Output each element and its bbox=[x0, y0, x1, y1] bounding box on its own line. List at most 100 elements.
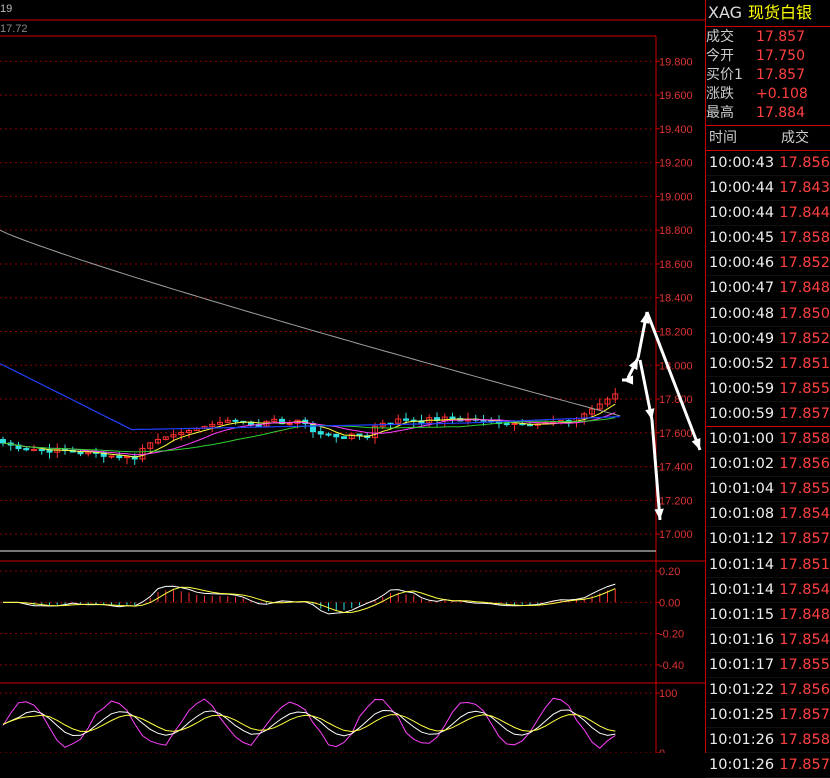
candle bbox=[325, 433, 332, 436]
tick-row[interactable]: 10:00:46 17.852 bbox=[706, 251, 830, 277]
quote-value: 17.857 bbox=[756, 67, 805, 83]
y-tick-label: 17.400 bbox=[659, 462, 693, 474]
tick-row[interactable]: 10:00:43 17.856 bbox=[706, 151, 830, 177]
candle bbox=[31, 449, 37, 452]
chart-value-fragment: 17.72 bbox=[0, 23, 28, 35]
tick-price: 17.843 bbox=[779, 180, 830, 197]
candle bbox=[77, 451, 84, 455]
kdj-j-line bbox=[2, 697, 616, 749]
quote-row: 最高 17.884 bbox=[706, 104, 830, 123]
tick-col-price: 成交 bbox=[781, 130, 809, 146]
tick-row[interactable]: 10:01:12 17.857 bbox=[706, 527, 830, 553]
ma-line-magenta bbox=[2, 412, 616, 456]
candle bbox=[449, 416, 456, 420]
tick-price: 17.854 bbox=[779, 506, 830, 523]
tick-row[interactable]: 10:00:48 17.850 bbox=[706, 302, 830, 327]
tick-row[interactable]: 10:01:17 17.855 bbox=[706, 653, 830, 678]
tick-row[interactable]: 10:01:14 17.851 bbox=[706, 553, 830, 578]
tick-time: 10:00:49 bbox=[709, 330, 775, 347]
tick-row[interactable]: 10:01:04 17.855 bbox=[706, 477, 830, 503]
y-tick-label: 17.000 bbox=[659, 529, 693, 541]
y-tick-label: 19.000 bbox=[659, 191, 693, 203]
tick-row[interactable]: 10:01:16 17.854 bbox=[706, 628, 830, 653]
tick-price: 17.855 bbox=[779, 656, 830, 673]
tick-row[interactable]: 10:01:15 17.848 bbox=[706, 603, 830, 628]
tick-row[interactable]: 10:01:25 17.857 bbox=[706, 703, 830, 729]
y-tick-label: 0.20 bbox=[659, 566, 680, 578]
tick-time: 10:01:15 bbox=[709, 606, 775, 623]
tick-price: 17.857 bbox=[779, 757, 830, 774]
quote-row: 今开 17.750 bbox=[706, 47, 830, 66]
tick-row[interactable]: 10:01:22 17.856 bbox=[706, 678, 830, 704]
tick-row[interactable]: 10:00:52 17.851 bbox=[706, 352, 830, 377]
tick-row[interactable]: 10:01:14 17.854 bbox=[706, 578, 830, 603]
tick-price: 17.858 bbox=[779, 732, 830, 749]
quote-row: 涨跌 +0.108 bbox=[706, 85, 830, 104]
tick-price: 17.851 bbox=[779, 355, 830, 372]
y-tick-label: 18.600 bbox=[659, 259, 693, 271]
tick-row[interactable]: 10:00:44 17.843 bbox=[706, 176, 830, 202]
tick-row[interactable]: 10:00:44 17.844 bbox=[706, 201, 830, 227]
tick-list[interactable]: 10:00:43 17.856 10:00:44 17.843 10:00:44 17.8… bbox=[706, 151, 830, 778]
candle bbox=[232, 419, 239, 422]
candle bbox=[333, 433, 340, 438]
annotation-arrowhead bbox=[691, 438, 701, 450]
tick-price: 17.856 bbox=[779, 681, 830, 698]
quote-label: 成交 bbox=[706, 29, 734, 45]
tick-price: 17.856 bbox=[779, 155, 830, 171]
y-tick-label: -0.40 bbox=[659, 660, 684, 672]
candle bbox=[341, 436, 347, 439]
tick-price: 17.848 bbox=[779, 606, 830, 623]
quote-name: 现货白银 bbox=[748, 3, 813, 22]
tick-time: 10:01:26 bbox=[709, 757, 775, 774]
tick-time: 10:01:26 bbox=[709, 732, 775, 749]
tick-price: 17.851 bbox=[779, 556, 830, 573]
candle bbox=[511, 422, 518, 425]
tick-price: 17.857 bbox=[779, 707, 830, 724]
quote-label: 最高 bbox=[706, 105, 734, 121]
quote-label: 买价1 bbox=[706, 67, 743, 83]
tick-time: 10:01:25 bbox=[709, 707, 775, 724]
tick-time: 10:01:02 bbox=[709, 456, 775, 473]
tick-price: 17.854 bbox=[779, 581, 830, 598]
tick-row[interactable]: 10:01:08 17.854 bbox=[706, 502, 830, 528]
tick-row[interactable]: 10:01:02 17.856 bbox=[706, 452, 830, 478]
kline-chart-area[interactable]: 19.800 19.600 19.400 19.200 19.000 18.800 18.6… bbox=[0, 0, 705, 753]
tick-row[interactable]: 10:00:59 17.855 bbox=[706, 377, 830, 402]
candle bbox=[527, 424, 533, 427]
candle bbox=[108, 455, 115, 458]
tick-time: 10:01:14 bbox=[709, 556, 775, 573]
tick-time: 10:00:52 bbox=[709, 355, 775, 372]
tick-row[interactable]: 10:00:59 17.857 bbox=[706, 402, 830, 428]
quote-panel: XAG 现货白银 成交 17.857 今开 17.750 买价1 17.857 涨跌 +0… bbox=[705, 0, 830, 778]
tick-row[interactable]: 10:01:26 17.858 bbox=[706, 728, 830, 754]
tick-price: 17.856 bbox=[779, 456, 830, 473]
tick-table-header: 时间 成交 bbox=[706, 126, 830, 151]
tick-price: 17.850 bbox=[779, 305, 830, 322]
tick-row[interactable]: 10:00:49 17.852 bbox=[706, 327, 830, 352]
macd-dea-line bbox=[3, 586, 616, 614]
y-tick-label: 17.200 bbox=[659, 495, 693, 507]
quote-value: 17.857 bbox=[756, 29, 805, 45]
y-tick-label: 18.000 bbox=[659, 360, 693, 372]
candle bbox=[403, 418, 409, 421]
ma-line-blue bbox=[0, 363, 621, 431]
kdj-k-line bbox=[2, 709, 616, 737]
y-tick-label: 19.400 bbox=[659, 124, 693, 136]
y-tick-label: 18.200 bbox=[659, 326, 693, 338]
tick-col-time: 时间 bbox=[709, 130, 737, 146]
tick-time: 10:00:44 bbox=[709, 205, 775, 222]
ma-line-yellow bbox=[2, 403, 616, 458]
tick-row[interactable]: 10:01:26 17.857 bbox=[706, 753, 830, 778]
tick-row[interactable]: 10:00:45 17.858 bbox=[706, 226, 830, 252]
y-tick-label: 17.600 bbox=[659, 428, 693, 440]
y-tick-label: 18.800 bbox=[659, 225, 693, 237]
quote-summary: 成交 17.857 今开 17.750 买价1 17.857 涨跌 +0.108 最高 1… bbox=[706, 27, 830, 126]
tick-time: 10:01:04 bbox=[709, 481, 775, 498]
tick-price: 17.857 bbox=[779, 405, 830, 422]
chart-canvas[interactable]: 19.800 19.600 19.400 19.200 19.000 18.800 18.6… bbox=[0, 0, 705, 753]
tick-row[interactable]: 10:00:47 17.848 bbox=[706, 276, 830, 302]
y-tick-label: 18.400 bbox=[659, 293, 693, 305]
tick-price: 17.848 bbox=[779, 280, 830, 297]
tick-row[interactable]: 10:01:00 17.858 bbox=[706, 427, 830, 453]
